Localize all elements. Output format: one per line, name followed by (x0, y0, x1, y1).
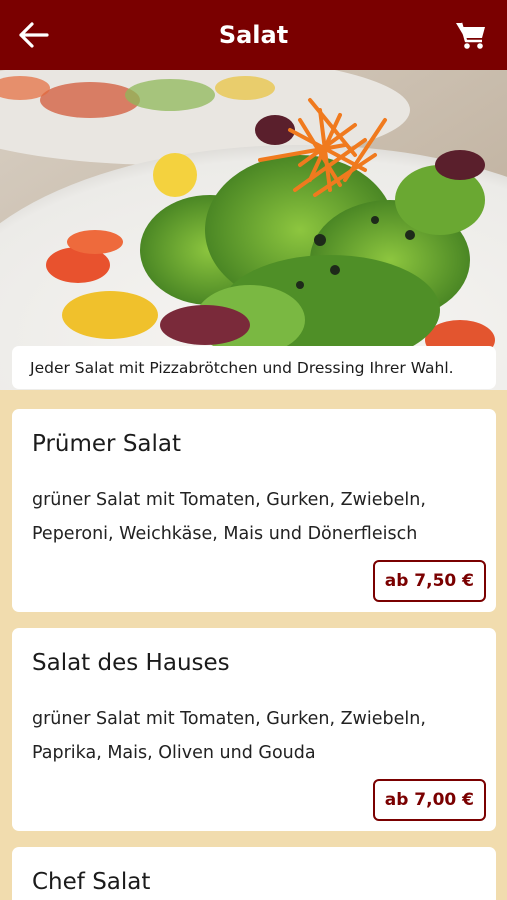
app-header: Salat (0, 0, 507, 70)
arrow-left-icon (19, 22, 49, 48)
cart-icon (456, 22, 485, 49)
cart-button[interactable] (451, 16, 491, 54)
menu-item-description: grüner Salat mit Tomaten, Gurken, Zwiebe… (32, 490, 426, 544)
menu-item-description: grüner Salat mit Tomaten, Gurken, Zwiebe… (32, 709, 426, 763)
back-button[interactable] (14, 18, 54, 52)
menu-item-price-button[interactable]: ab 7,00 € (372, 779, 486, 821)
menu-item-price-button[interactable]: ab 7,50 € (372, 560, 486, 602)
salad-hero-image (0, 70, 507, 390)
menu-item-name: Salat des Hauses (32, 650, 230, 676)
menu-item-card[interactable]: Prümer Salat grüner Salat mit Tomaten, G… (12, 409, 496, 612)
salad-info-note: Jeder Salat mit Pizzabrötchen und Dressi… (12, 346, 496, 389)
menu-item-card[interactable]: Chef Salat (12, 847, 496, 900)
menu-item-name: Prümer Salat (32, 431, 182, 457)
menu-item-card[interactable]: Salat des Hauses grüner Salat mit Tomate… (12, 628, 496, 831)
page-title: Salat (218, 21, 289, 49)
menu-item-name: Chef Salat (32, 869, 151, 895)
